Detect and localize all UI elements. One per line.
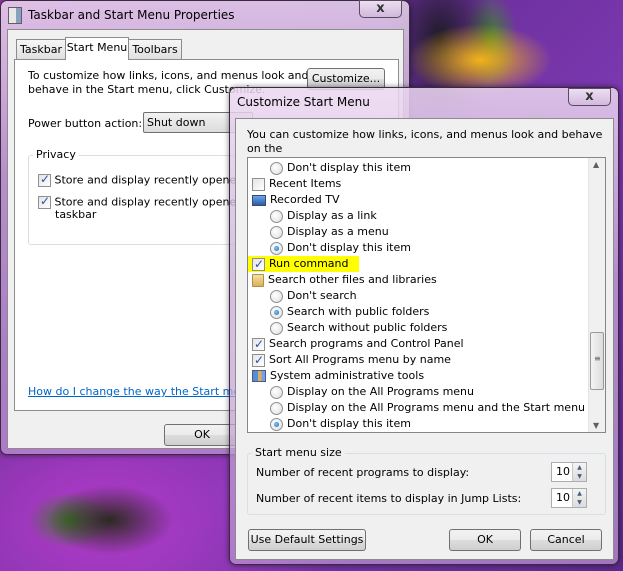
size-group-title: Start menu size [252,446,345,459]
dialog-close-button[interactable]: x [568,88,611,106]
list-item-label: Run command [269,257,349,270]
list-item-label: Don't search [287,289,357,302]
recent-programs-label: Number of recent programs to display: [256,466,470,479]
jump-list-label: Number of recent items to display in Jum… [256,492,522,505]
list-item-label: Display on the All Programs menu and the… [287,401,586,414]
list-item-label: System administrative tools [270,369,425,382]
help-link[interactable]: How do I change the way the Start menu [28,385,254,398]
radio-button[interactable] [270,321,283,335]
list-item-label: Search with public folders [287,305,430,318]
list-item-label: Don't display this item [287,161,411,174]
privacy-title: Privacy [33,148,79,161]
radio-button[interactable] [270,225,283,239]
list-item[interactable]: Run command [248,256,359,272]
list-item-label: Display as a link [287,209,377,222]
power-button-label: Power button action: [28,117,143,130]
scroll-up-icon[interactable]: ▲ [593,160,599,169]
dialog-ok-button[interactable]: OK [449,529,521,551]
radio-button[interactable] [270,417,283,431]
options-tree: Don't display this item Recent Items Recor… [248,158,588,432]
use-default-settings-button[interactable]: Use Default Settings [248,529,366,551]
list-item[interactable]: Recorded TV [252,192,340,208]
dialog-title: Customize Start Menu [237,95,370,109]
list-item[interactable]: Search other files and libraries [252,272,437,288]
list-item[interactable]: Search programs and Control Panel [252,336,464,352]
spin-up-icon[interactable]: ▲ [573,489,586,498]
list-item[interactable]: Don't search [270,288,357,304]
spin-down-icon[interactable]: ▼ [573,498,586,507]
list-item[interactable]: Search with public folders [270,304,429,320]
radio-button[interactable] [270,401,283,415]
privacy-item-items[interactable]: Store and display recently opened ite ta… [38,194,261,221]
list-item-label: Display on the All Programs menu [287,385,474,398]
list-item-label: Search without public folders [287,321,448,334]
spin-up-icon[interactable]: ▲ [573,463,586,472]
list-item-label: Recent Items [269,177,342,190]
radio-button[interactable] [270,385,283,399]
window-title: Taskbar and Start Menu Properties [28,8,235,22]
list-item[interactable]: Don't display this item [270,416,411,432]
checkbox[interactable] [252,352,265,368]
list-item[interactable]: Don't display this item [270,160,411,176]
list-item[interactable]: Display on the All Programs menu and the… [270,400,585,416]
list-item[interactable]: Display on the All Programs menu [270,384,474,400]
radio-button[interactable] [270,305,283,319]
scrollbar-thumb[interactable]: ≡ [590,332,604,390]
list-item[interactable]: Search without public folders [270,320,447,336]
list-item-label: Recorded TV [270,193,340,206]
list-item-label: Sort All Programs menu by name [269,353,451,366]
tab-taskbar[interactable]: Taskbar [16,39,66,59]
folder-icon [252,273,264,287]
scroll-down-icon[interactable]: ▼ [593,421,599,430]
checkbox[interactable] [38,172,51,187]
list-item-label: Search programs and Control Panel [269,337,464,350]
checkbox[interactable] [252,336,265,352]
taskbar-properties-icon [8,7,22,24]
tv-icon [252,194,266,206]
checkbox[interactable] [252,177,265,191]
list-item[interactable]: System administrative tools [252,368,424,384]
list-item[interactable]: Don't display this item [270,240,411,256]
list-item[interactable]: Display as a menu [270,224,389,240]
tab-toolbars[interactable]: Toolbars [128,39,182,59]
checkbox[interactable] [38,194,51,209]
list-item-label: Search other files and libraries [268,273,437,286]
start-menu-size-group: Start menu size Number of recent program… [247,446,606,515]
list-item-label: Don't display this item [287,241,411,254]
close-icon: x [376,1,385,16]
dialog-cancel-button[interactable]: Cancel [530,529,602,551]
grip-icon: ≡ [594,354,601,363]
radio-button[interactable] [270,241,283,255]
jump-list-spinner[interactable]: 10 ▲ ▼ [551,488,587,508]
radio-button[interactable] [270,161,283,175]
checkbox[interactable] [252,256,265,272]
recent-programs-spinner[interactable]: 10 ▲ ▼ [551,462,587,482]
options-list[interactable]: Don't display this item Recent Items Recor… [247,157,606,433]
customize-start-menu-dialog: Customize Start Menu x You can customize… [229,87,619,565]
vertical-scrollbar[interactable]: ▲ ≡ ▼ [588,158,605,432]
spin-down-icon[interactable]: ▼ [573,472,586,481]
radio-button[interactable] [270,209,283,223]
list-item[interactable]: Sort All Programs menu by name [252,352,451,368]
tab-start-menu[interactable]: Start Menu [65,37,129,60]
dialog-client: You can customize how links, icons, and … [235,118,614,560]
privacy-item-programs[interactable]: Store and display recently opened pr [38,172,258,187]
list-item-label: Don't display this item [287,417,411,430]
list-item[interactable]: Display as a link [270,208,377,224]
close-icon: x [585,89,594,104]
list-item[interactable]: Recent Items [252,176,341,192]
close-button[interactable]: x [359,0,402,18]
list-item-label: Display as a menu [287,225,389,238]
radio-button[interactable] [270,289,283,303]
admin-tools-icon [252,370,266,382]
